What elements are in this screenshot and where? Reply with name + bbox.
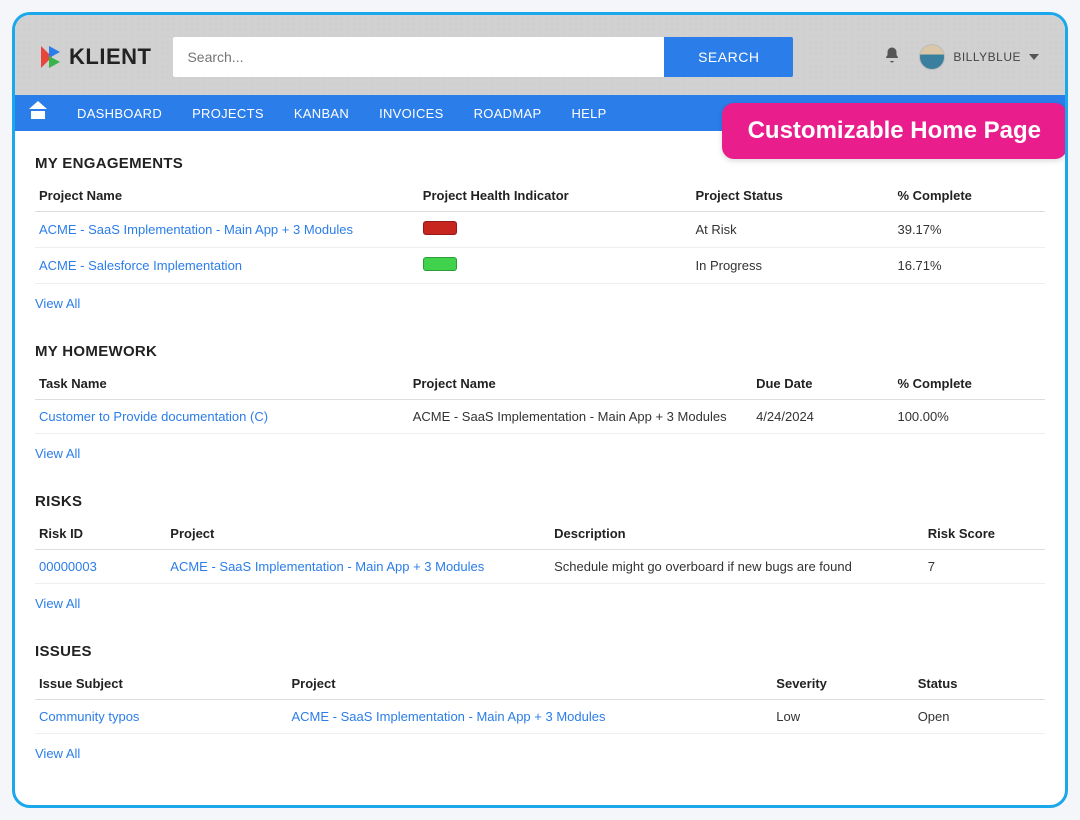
table-row: ACME - SaaS Implementation - Main App + … bbox=[35, 212, 1045, 248]
health-indicator-green-icon bbox=[423, 257, 457, 271]
table-row: Community typos ACME - SaaS Implementati… bbox=[35, 700, 1045, 734]
col-issue-subject: Issue Subject bbox=[35, 668, 288, 700]
project-link[interactable]: ACME - Salesforce Implementation bbox=[39, 258, 242, 273]
brand-name: KLIENT bbox=[69, 44, 151, 70]
section-risks: RISKS Risk ID Project Description Risk S… bbox=[35, 493, 1045, 629]
homework-title: MY HOMEWORK bbox=[35, 343, 1045, 360]
project-link[interactable]: ACME - SaaS Implementation - Main App + … bbox=[292, 709, 606, 724]
brand-mark-icon bbox=[41, 46, 63, 68]
col-task-name: Task Name bbox=[35, 368, 409, 400]
col-risk-id: Risk ID bbox=[35, 518, 166, 550]
status-cell: Open bbox=[914, 700, 1045, 734]
status-cell: At Risk bbox=[691, 212, 893, 248]
col-risk-score: Risk Score bbox=[924, 518, 1045, 550]
project-cell: ACME - SaaS Implementation - Main App + … bbox=[409, 400, 752, 434]
task-link[interactable]: Customer to Provide documentation (C) bbox=[39, 409, 268, 424]
view-all-homework[interactable]: View All bbox=[35, 446, 80, 461]
nav-help[interactable]: HELP bbox=[565, 106, 612, 121]
section-engagements: MY ENGAGEMENTS Project Name Project Heal… bbox=[35, 155, 1045, 329]
pct-cell: 39.17% bbox=[893, 212, 1045, 248]
col-project-name: Project Name bbox=[409, 368, 752, 400]
col-pct: % Complete bbox=[893, 368, 1045, 400]
view-all-risks[interactable]: View All bbox=[35, 596, 80, 611]
brand-logo[interactable]: KLIENT bbox=[41, 44, 151, 70]
col-project-name: Project Name bbox=[35, 180, 419, 212]
section-homework: MY HOMEWORK Task Name Project Name Due D… bbox=[35, 343, 1045, 479]
project-link[interactable]: ACME - SaaS Implementation - Main App + … bbox=[39, 222, 353, 237]
nav-dashboard[interactable]: DASHBOARD bbox=[71, 106, 168, 121]
nav-home[interactable] bbox=[25, 105, 53, 122]
section-issues: ISSUES Issue Subject Project Severity St… bbox=[35, 643, 1045, 779]
status-cell: In Progress bbox=[691, 248, 893, 284]
callout-badge: Customizable Home Page bbox=[722, 103, 1067, 159]
search-input[interactable] bbox=[173, 37, 664, 77]
view-all-issues[interactable]: View All bbox=[35, 746, 80, 761]
avatar-icon bbox=[919, 44, 945, 70]
desc-cell: Schedule might go overboard if new bugs … bbox=[550, 550, 924, 584]
header-bar: KLIENT SEARCH BILLYBLUE bbox=[15, 15, 1065, 95]
risks-title: RISKS bbox=[35, 493, 1045, 510]
search-wrap: SEARCH bbox=[173, 37, 793, 77]
severity-cell: Low bbox=[772, 700, 913, 734]
nav-invoices[interactable]: INVOICES bbox=[373, 106, 450, 121]
nav-projects[interactable]: PROJECTS bbox=[186, 106, 270, 121]
bell-icon[interactable] bbox=[883, 46, 901, 69]
user-menu[interactable]: BILLYBLUE bbox=[919, 44, 1039, 70]
table-row: Customer to Provide documentation (C) AC… bbox=[35, 400, 1045, 434]
score-cell: 7 bbox=[924, 550, 1045, 584]
col-status: Project Status bbox=[691, 180, 893, 212]
view-all-engagements[interactable]: View All bbox=[35, 296, 80, 311]
risk-id-link[interactable]: 00000003 bbox=[39, 559, 97, 574]
home-icon bbox=[31, 105, 47, 119]
issues-title: ISSUES bbox=[35, 643, 1045, 660]
col-health: Project Health Indicator bbox=[419, 180, 692, 212]
issue-link[interactable]: Community typos bbox=[39, 709, 139, 724]
col-pct: % Complete bbox=[893, 180, 1045, 212]
search-button[interactable]: SEARCH bbox=[664, 37, 793, 77]
pct-cell: 16.71% bbox=[893, 248, 1045, 284]
col-due-date: Due Date bbox=[752, 368, 893, 400]
user-name: BILLYBLUE bbox=[953, 50, 1021, 64]
due-cell: 4/24/2024 bbox=[752, 400, 893, 434]
table-row: ACME - Salesforce Implementation In Prog… bbox=[35, 248, 1045, 284]
health-indicator-red-icon bbox=[423, 221, 457, 235]
col-status: Status bbox=[914, 668, 1045, 700]
nav-kanban[interactable]: KANBAN bbox=[288, 106, 355, 121]
col-project: Project bbox=[288, 668, 773, 700]
col-description: Description bbox=[550, 518, 924, 550]
project-link[interactable]: ACME - SaaS Implementation - Main App + … bbox=[170, 559, 484, 574]
chevron-down-icon bbox=[1029, 54, 1039, 60]
table-row: 00000003 ACME - SaaS Implementation - Ma… bbox=[35, 550, 1045, 584]
col-project: Project bbox=[166, 518, 550, 550]
nav-roadmap[interactable]: ROADMAP bbox=[468, 106, 548, 121]
pct-cell: 100.00% bbox=[893, 400, 1045, 434]
col-severity: Severity bbox=[772, 668, 913, 700]
